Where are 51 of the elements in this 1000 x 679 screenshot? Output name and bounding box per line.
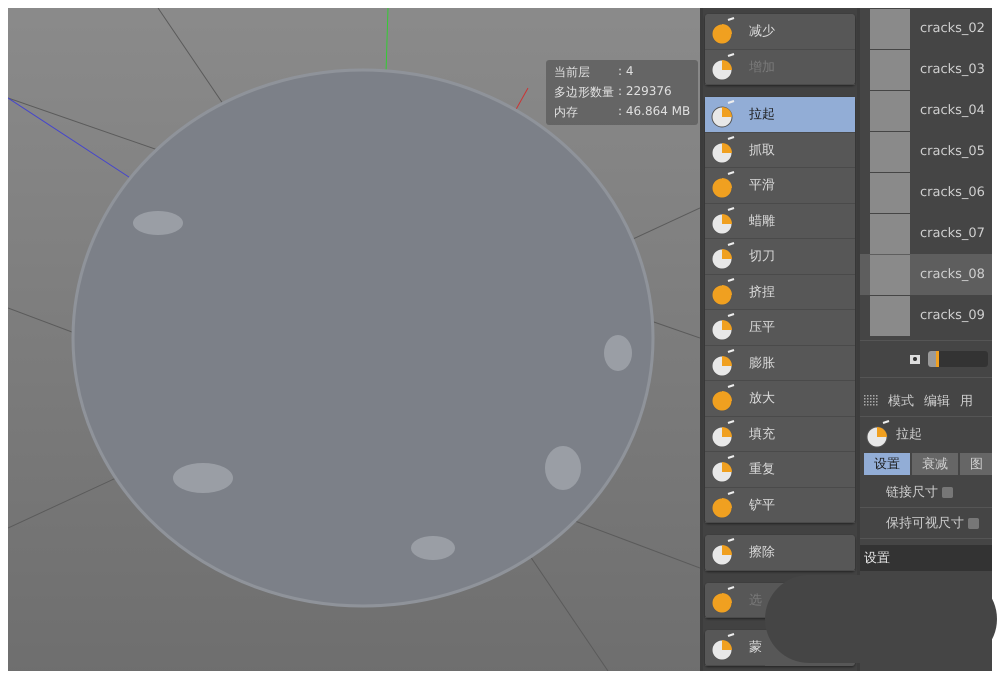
stamp-item[interactable]: cracks_04: [860, 90, 992, 131]
stamp-item[interactable]: cracks_07: [860, 213, 992, 254]
stamp-thumbnail: [870, 132, 910, 172]
menu-item[interactable]: 用: [960, 392, 973, 410]
option-label: 保持可视尺寸: [886, 515, 964, 532]
stat-value: : 4: [618, 64, 634, 80]
stamp-item[interactable]: cracks_02: [860, 8, 992, 49]
attribute-tab[interactable]: 设置: [864, 453, 910, 475]
stat-value: : 229376: [618, 84, 673, 100]
stamp-thumbnail: [870, 214, 910, 254]
attribute-tab[interactable]: 图: [960, 453, 992, 475]
stamp-thumbnail: [870, 8, 910, 48]
sculpt-tool[interactable]: 填充: [705, 416, 855, 452]
checkbox[interactable]: [942, 486, 953, 498]
sculpt-tool[interactable]: 平滑: [705, 168, 855, 204]
stamp-item[interactable]: cracks_06: [860, 172, 992, 213]
menu-item[interactable]: 模式: [888, 392, 914, 410]
option-label: 链接尺寸: [886, 484, 938, 501]
sculpt-tool[interactable]: 重复: [705, 452, 855, 488]
sculpt-tool[interactable]: 抓取: [705, 132, 855, 168]
sculpt-tool[interactable]: 铲平: [705, 488, 855, 523]
sculpt-tool[interactable]: 擦除: [705, 535, 855, 570]
sculpt-tool[interactable]: 蒙: [705, 630, 765, 666]
stat-label: 多边形数量: [554, 84, 614, 101]
size-slider[interactable]: [928, 351, 988, 367]
sculpt-tool[interactable]: 减少: [705, 14, 855, 50]
stamp-thumbnail: [870, 296, 910, 336]
sculpt-tool[interactable]: 切刀: [705, 239, 855, 274]
stamp-item[interactable]: cracks_03: [860, 49, 992, 90]
stamp-item[interactable]: cracks_05: [860, 131, 992, 172]
grip-icon: [864, 395, 878, 407]
stat-value: : 46.864 MB: [618, 104, 690, 120]
menu-item[interactable]: 编辑: [924, 392, 950, 410]
stamp-item[interactable]: cracks_08: [860, 254, 992, 295]
checkbox[interactable]: [968, 518, 979, 528]
sculpt-tool[interactable]: 压平: [705, 310, 855, 346]
stamp-item[interactable]: cracks_09: [860, 295, 992, 336]
section-header: 设置: [860, 545, 992, 571]
sculpt-tool[interactable]: 蜡雕: [705, 204, 855, 239]
stamp-thumbnail: [870, 172, 910, 212]
sculpt-tool[interactable]: 膨胀: [705, 346, 855, 381]
sculpt-tool[interactable]: 放大: [705, 381, 855, 416]
attribute-tab[interactable]: 衰减: [912, 453, 958, 475]
stat-label: 当前层: [554, 64, 591, 81]
stat-label: 内存: [554, 104, 579, 121]
sculpt-tool[interactable]: 挤捏: [705, 274, 855, 310]
sculpt-tool[interactable]: 拉起: [705, 97, 855, 132]
stamp-thumbnail: [870, 254, 910, 294]
stamp-thumbnail: [870, 90, 910, 130]
stamp-thumbnail: [870, 50, 910, 90]
tool-name: 拉起: [896, 426, 922, 443]
